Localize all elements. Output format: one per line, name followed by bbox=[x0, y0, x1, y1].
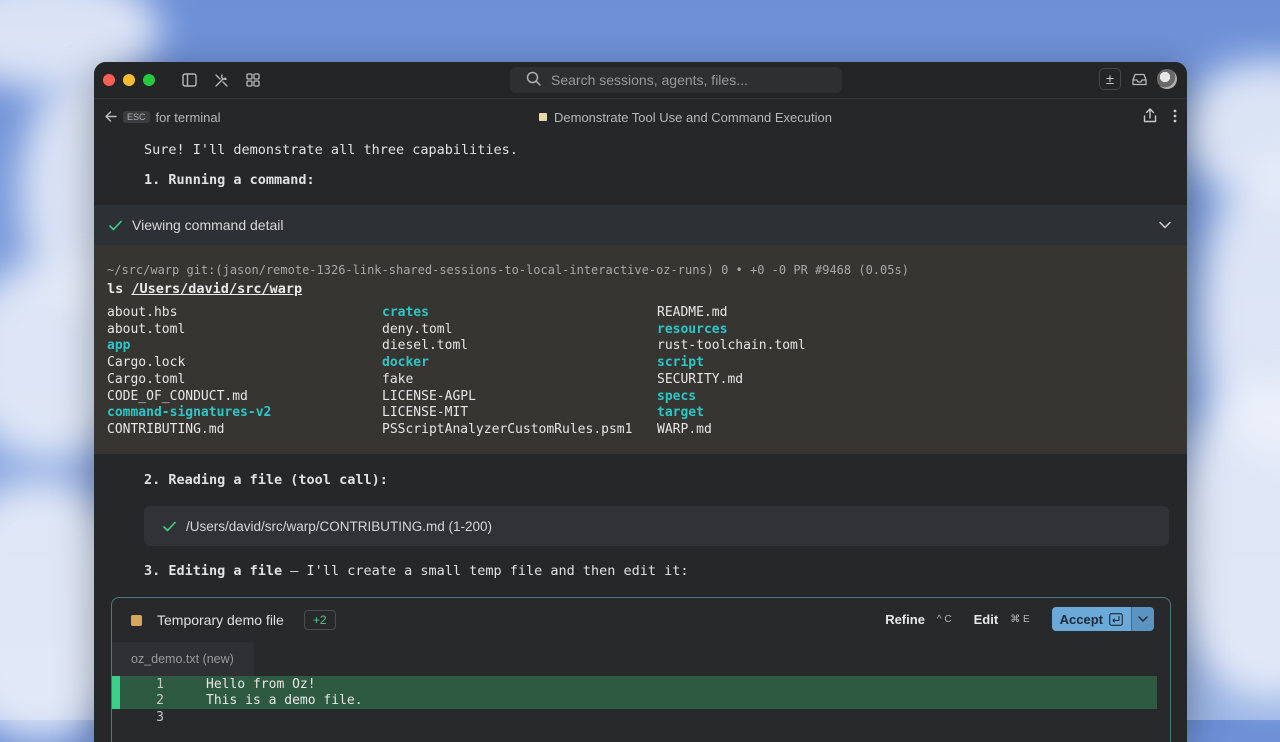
line-number: 3 bbox=[156, 709, 164, 725]
accept-button-group: Accept bbox=[1051, 607, 1154, 631]
tools-icon[interactable] bbox=[213, 72, 229, 88]
ls-entry-file[interactable]: CODE_OF_CONDUCT.md bbox=[107, 389, 271, 406]
chevron-down-icon[interactable] bbox=[1159, 221, 1171, 229]
diff-view: 1 Hello from Oz! 2 This is a demo file. 3 bbox=[112, 676, 1170, 726]
ls-column-2: crates deny.toml diesel.toml docker fake LICE… bbox=[382, 305, 632, 439]
prompt-line: ~/src/warp git:(jason/remote-1326-link-s… bbox=[107, 263, 909, 277]
accept-button[interactable]: Accept bbox=[1051, 607, 1131, 631]
arrow-left-icon bbox=[105, 110, 117, 125]
diff-line-added: 1 Hello from Oz! bbox=[112, 676, 1157, 693]
search-bar[interactable]: Search sessions, agents, files... bbox=[510, 67, 842, 93]
diff-line-added: 2 This is a demo file. bbox=[112, 692, 1157, 709]
inbox-icon[interactable] bbox=[1131, 71, 1147, 87]
ls-entry-directory[interactable]: resources bbox=[657, 322, 806, 339]
checkmark-icon bbox=[109, 220, 122, 231]
avatar[interactable] bbox=[1157, 69, 1177, 89]
ls-entry-file[interactable]: LICENSE-MIT bbox=[382, 405, 632, 422]
line-text: Hello from Oz! bbox=[206, 676, 316, 692]
conversation-status-icon bbox=[539, 113, 547, 121]
command-detail-header[interactable]: Viewing command detail bbox=[94, 205, 1187, 245]
ls-entry-file[interactable]: diesel.toml bbox=[382, 338, 632, 355]
accept-label: Accept bbox=[1059, 611, 1103, 627]
ls-entry-directory[interactable]: script bbox=[657, 355, 806, 372]
ls-entry-file[interactable]: Cargo.lock bbox=[107, 355, 271, 372]
conversation-title-text: Demonstrate Tool Use and Command Executi… bbox=[554, 109, 832, 125]
diff-gutter bbox=[112, 676, 120, 693]
ls-entry-directory[interactable]: crates bbox=[382, 305, 632, 322]
ls-entry-file[interactable]: LICENSE-AGPL bbox=[382, 389, 632, 406]
ls-entry-file[interactable]: fake bbox=[382, 372, 632, 389]
step-3-text: — I'll create a small temp file and then… bbox=[282, 563, 689, 579]
ls-column-1: about.hbs about.toml app Cargo.lock Cargo.to… bbox=[107, 305, 271, 439]
intro-message: Sure! I'll demonstrate all three capabil… bbox=[144, 142, 518, 158]
minimize-window-button[interactable] bbox=[123, 74, 135, 86]
command-name: ls bbox=[107, 281, 124, 297]
diff-count-badge: +2 bbox=[303, 610, 336, 630]
title-bar: Search sessions, agents, files... ± bbox=[94, 62, 1187, 99]
conversation-title: Demonstrate Tool Use and Command Executi… bbox=[539, 110, 832, 125]
ls-entry-directory[interactable]: docker bbox=[382, 355, 632, 372]
ls-entry-file[interactable]: rust-toolchain.toml bbox=[657, 338, 806, 355]
esc-key-hint: ESC bbox=[123, 111, 150, 123]
command-argument[interactable]: /Users/david/src/warp bbox=[131, 281, 302, 297]
file-edit-card: Temporary demo file +2 Refine ^ C Edit ⌘… bbox=[111, 597, 1171, 742]
edit-card-header: Temporary demo file +2 Refine ^ C Edit ⌘… bbox=[112, 598, 1170, 642]
ls-entry-file[interactable]: PSScriptAnalyzerCustomRules.psm1 bbox=[382, 422, 632, 439]
line-number: 2 bbox=[156, 693, 164, 709]
edit-button[interactable]: Edit bbox=[974, 612, 999, 627]
command-line: ls /Users/david/src/warp bbox=[107, 281, 302, 297]
more-options-icon[interactable] bbox=[1173, 109, 1177, 126]
return-key-icon bbox=[1109, 612, 1123, 626]
chevron-down-icon bbox=[1138, 616, 1148, 622]
step-2-heading: 2. Reading a file (tool call): bbox=[144, 472, 388, 488]
checkmark-icon bbox=[163, 521, 176, 532]
session-header: ESC for terminal Demonstrate Tool Use an… bbox=[94, 99, 1187, 135]
file-status-icon bbox=[131, 614, 142, 626]
refine-shortcut: ^ C bbox=[936, 613, 952, 625]
tool-call-text: /Users/david/src/warp/CONTRIBUTING.md (1… bbox=[186, 518, 493, 534]
ls-entry-file[interactable]: README.md bbox=[657, 305, 806, 322]
ls-entry-file[interactable]: about.hbs bbox=[107, 305, 271, 322]
accept-dropdown-button[interactable] bbox=[1131, 607, 1154, 631]
sidebar-toggle-icon[interactable] bbox=[181, 72, 197, 88]
esc-hint-text: for terminal bbox=[155, 109, 221, 125]
window-controls bbox=[103, 74, 155, 86]
grid-icon[interactable] bbox=[245, 72, 261, 88]
ls-entry-directory[interactable]: command-signatures-v2 bbox=[107, 405, 271, 422]
diff-line: 3 bbox=[112, 709, 1170, 726]
ls-entry-directory[interactable]: specs bbox=[657, 389, 806, 406]
command-output-block: ~/src/warp git:(jason/remote-1326-link-s… bbox=[94, 245, 1187, 454]
ls-entry-file[interactable]: Cargo.toml bbox=[107, 372, 271, 389]
line-number: 1 bbox=[156, 676, 164, 692]
line-text: This is a demo file. bbox=[206, 693, 363, 709]
ls-entry-file[interactable]: CONTRIBUTING.md bbox=[107, 422, 271, 439]
step-3-bold: 3. Editing a file bbox=[144, 563, 283, 579]
ls-entry-file[interactable]: deny.toml bbox=[382, 322, 632, 339]
ls-entry-file[interactable]: SECURITY.md bbox=[657, 372, 806, 389]
command-detail-label: Viewing command detail bbox=[132, 217, 284, 233]
search-icon bbox=[526, 71, 541, 89]
ls-entry-file[interactable]: WARP.md bbox=[657, 422, 806, 439]
close-window-button[interactable] bbox=[103, 74, 115, 86]
file-read-tool-call[interactable]: /Users/david/src/warp/CONTRIBUTING.md (1… bbox=[144, 506, 1169, 546]
back-to-terminal[interactable]: ESC for terminal bbox=[105, 110, 221, 125]
step-1-heading: 1. Running a command: bbox=[144, 172, 315, 188]
diff-gutter bbox=[112, 709, 120, 726]
refine-button[interactable]: Refine bbox=[885, 612, 925, 627]
ls-entry-directory[interactable]: target bbox=[657, 405, 806, 422]
new-tab-button[interactable]: ± bbox=[1099, 68, 1121, 90]
edit-shortcut: ⌘ E bbox=[1010, 613, 1030, 625]
diff-file-tab[interactable]: oz_demo.txt (new) bbox=[112, 642, 254, 676]
share-icon[interactable] bbox=[1143, 108, 1157, 126]
ls-entry-file[interactable]: about.toml bbox=[107, 322, 271, 339]
diff-gutter bbox=[112, 692, 120, 709]
ls-entry-directory[interactable]: app bbox=[107, 338, 271, 355]
step-3-heading: 3. Editing a file — I'll create a small … bbox=[144, 563, 689, 579]
maximize-window-button[interactable] bbox=[143, 74, 155, 86]
app-window: Search sessions, agents, files... ± ESC … bbox=[94, 62, 1187, 742]
ls-column-3: README.md resources rust-toolchain.toml scr… bbox=[657, 305, 806, 439]
edit-title: Temporary demo file bbox=[157, 612, 284, 628]
search-placeholder: Search sessions, agents, files... bbox=[551, 72, 748, 88]
